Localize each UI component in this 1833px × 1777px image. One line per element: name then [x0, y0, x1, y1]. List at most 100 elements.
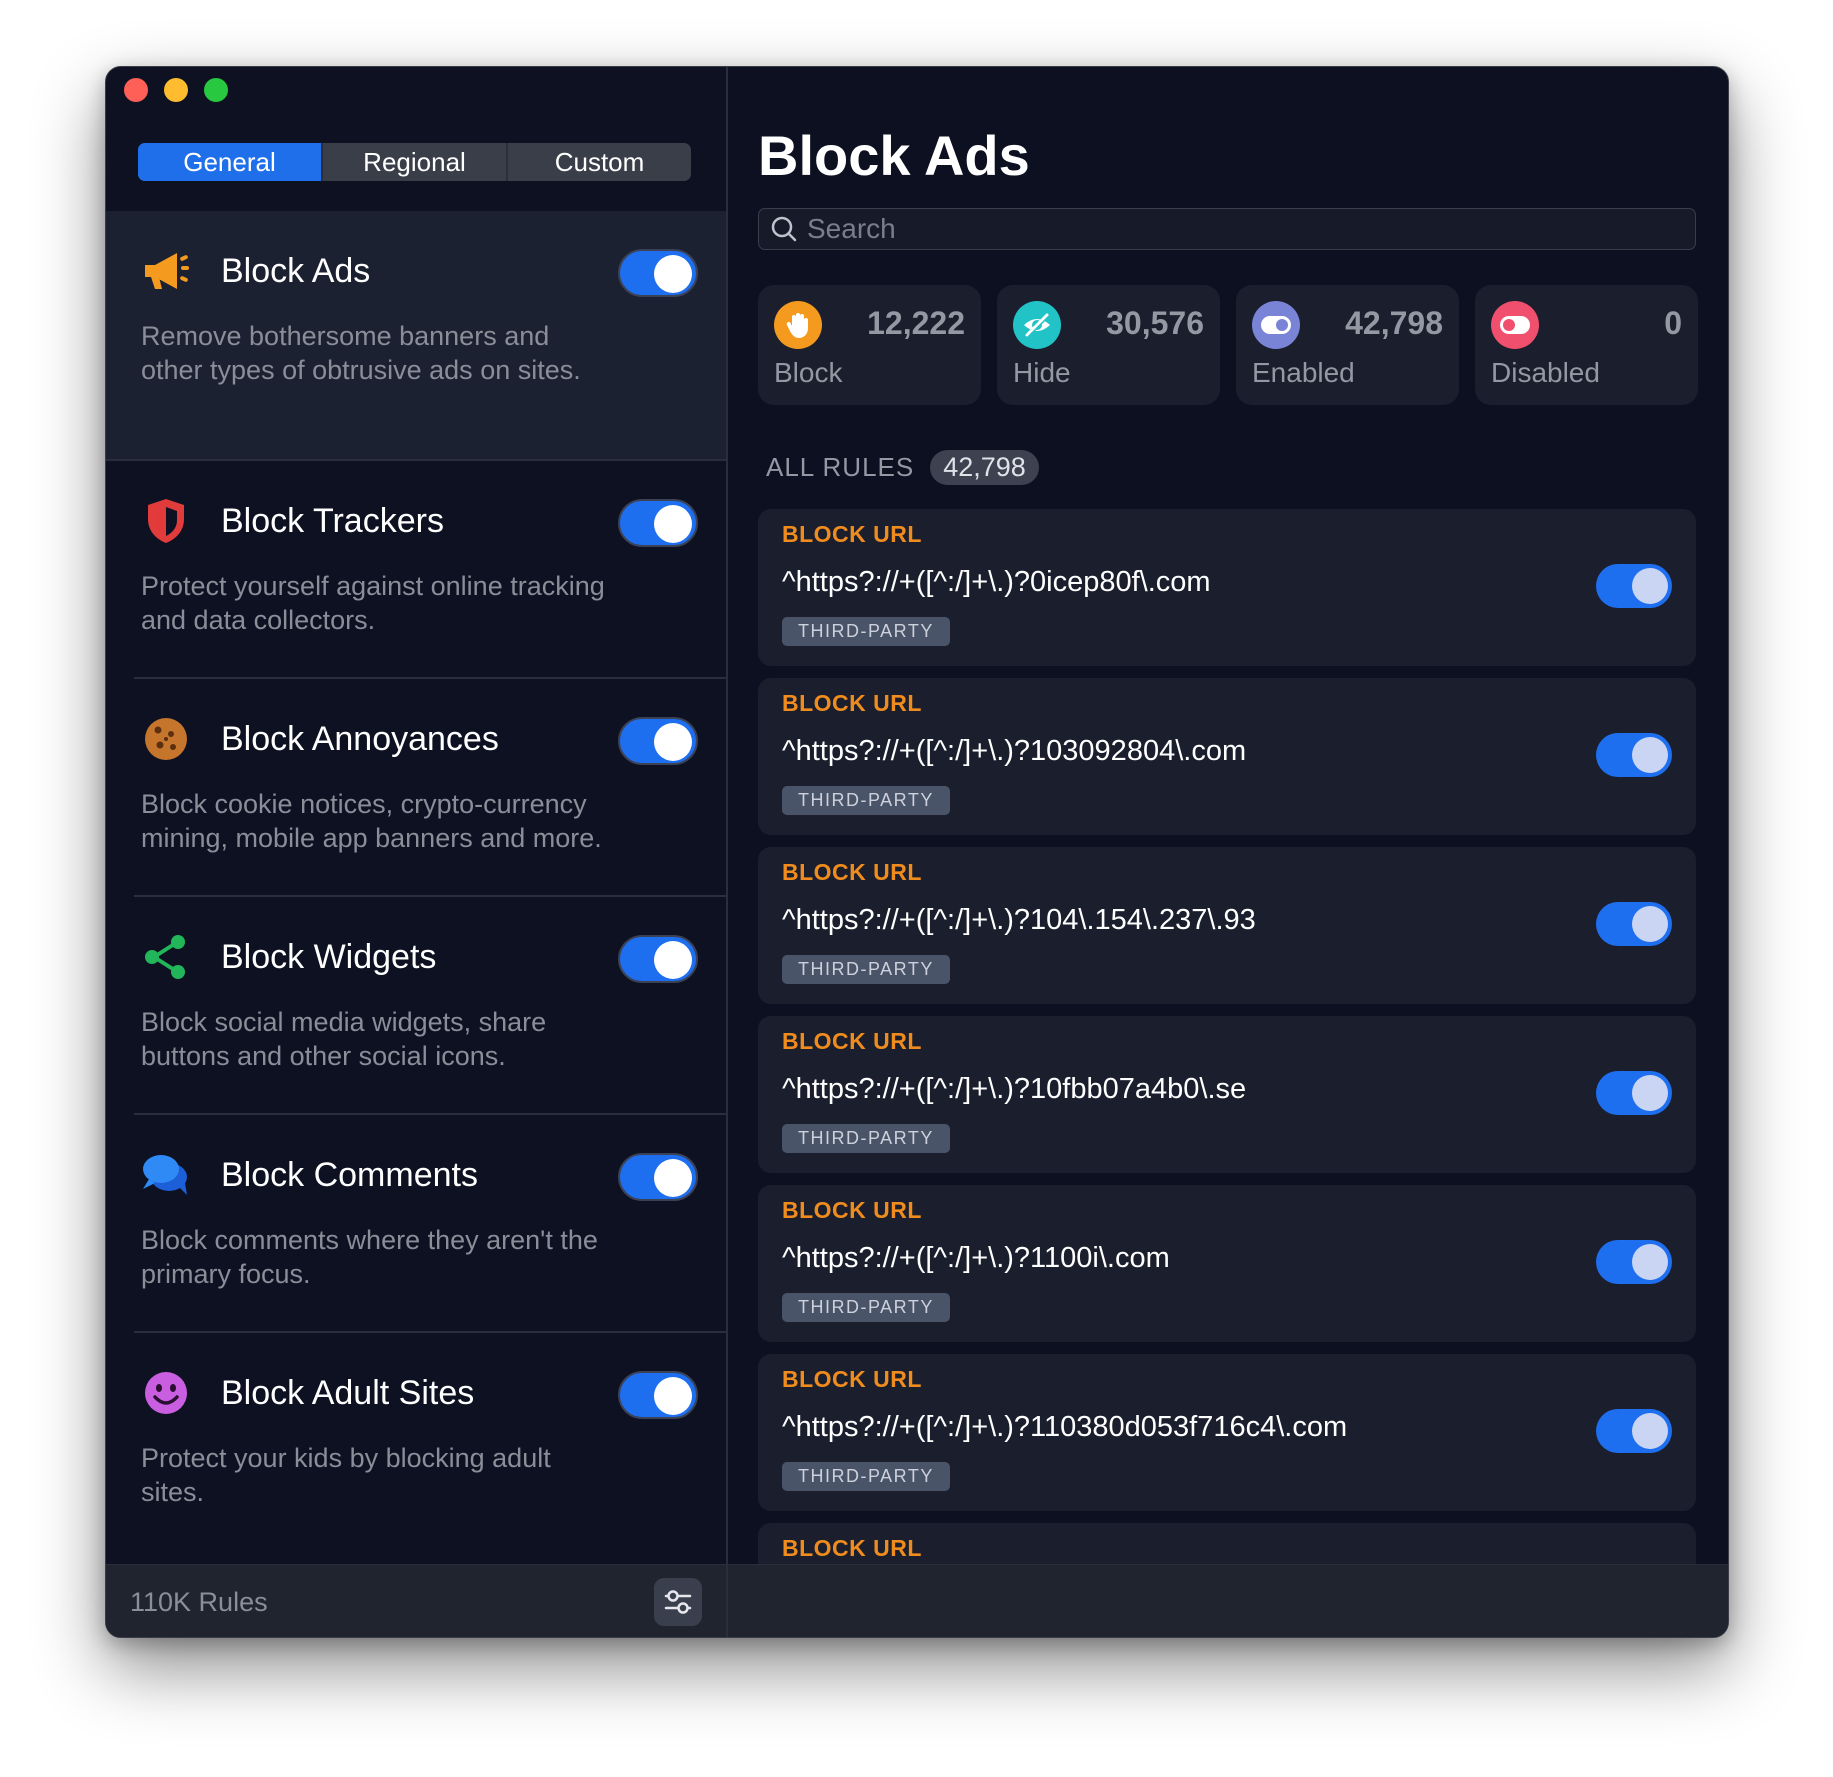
- rule-tag: THIRD-PARTY: [782, 617, 950, 646]
- rule-url: ^https?://+([^:/]+\.)?0icep80f\.com: [782, 566, 1211, 598]
- all-rules-count-badge: 42,798: [930, 450, 1039, 485]
- rule-url: ^https?://+([^:/]+\.)?110380d053f716c4\.…: [782, 1411, 1348, 1443]
- stats-row: 12,222 Block 30,576 Hide 42,798 Enabled …: [758, 285, 1698, 405]
- stat-label: Enabled: [1252, 357, 1355, 388]
- stat-label: Disabled: [1491, 357, 1600, 388]
- stat-value: 42,798: [1345, 305, 1443, 341]
- category-block-ads[interactable]: Block Ads Remove bothersome banners and …: [106, 211, 726, 461]
- stat-disabled[interactable]: 0 Disabled: [1475, 285, 1698, 405]
- category-block-comments[interactable]: Block Comments Block comments where they…: [106, 1115, 726, 1333]
- rule-url: ^https?://+([^:/]+\.)?1100i\.com: [782, 1242, 1170, 1274]
- category-title: Block Ads: [221, 251, 371, 290]
- eye-slash-icon: [1013, 301, 1061, 349]
- main-panel: Block Ads 12,222 Block: [728, 67, 1728, 1637]
- category-description: Remove bothersome banners and other type…: [141, 321, 581, 385]
- block-annoyances-toggle[interactable]: [618, 717, 698, 765]
- tab-regional[interactable]: Regional: [323, 143, 508, 181]
- share-icon: [141, 932, 191, 982]
- stat-hide[interactable]: 30,576 Hide: [997, 285, 1220, 405]
- category-description: Block social media widgets, share button…: [141, 1007, 547, 1071]
- category-description: Protect your kids by blocking adult site…: [141, 1443, 551, 1507]
- minimize-window-button[interactable]: [164, 78, 188, 102]
- rule-item[interactable]: BLOCK URL ^https?://+([^:/]+\.)?110380d0…: [758, 1354, 1696, 1511]
- stat-value: 30,576: [1106, 305, 1204, 341]
- rule-item[interactable]: BLOCK URL ^https?://+([^:/]+\.)?0icep80f…: [758, 509, 1696, 666]
- rule-type: BLOCK URL: [782, 1366, 922, 1392]
- stat-enabled[interactable]: 42,798 Enabled: [1236, 285, 1459, 405]
- stat-value: 12,222: [867, 305, 965, 341]
- rule-toggle[interactable]: [1596, 1071, 1672, 1115]
- rule-item[interactable]: BLOCK URL ^https?://+([^:/]+\.)?10fbb07a…: [758, 1016, 1696, 1173]
- category-title: Block Adult Sites: [221, 1373, 475, 1412]
- rule-tag: THIRD-PARTY: [782, 1124, 950, 1153]
- rule-type: BLOCK URL: [782, 521, 922, 547]
- rule-toggle[interactable]: [1596, 733, 1672, 777]
- rule-tag: THIRD-PARTY: [782, 1293, 950, 1322]
- category-block-adult-sites[interactable]: Block Adult Sites Protect your kids by b…: [106, 1333, 726, 1551]
- block-comments-toggle[interactable]: [618, 1153, 698, 1201]
- block-adult-sites-toggle[interactable]: [618, 1371, 698, 1419]
- cookie-icon: [141, 714, 191, 764]
- category-description: Block comments where they aren't the pri…: [141, 1225, 598, 1289]
- all-rules-header: ALL RULES 42,798: [766, 450, 1039, 485]
- search-input[interactable]: [807, 213, 1695, 245]
- rule-url: ^https?://+([^:/]+\.)?10fbb07a4b0\.se: [782, 1073, 1247, 1105]
- sidebar: General Regional Custom Block Ads Remove…: [106, 67, 728, 1637]
- rule-item[interactable]: BLOCK URL: [758, 1523, 1696, 1564]
- rules-count: 110K Rules: [130, 1587, 268, 1617]
- rule-item[interactable]: BLOCK URL ^https?://+([^:/]+\.)?10309280…: [758, 678, 1696, 835]
- rule-type: BLOCK URL: [782, 1197, 922, 1223]
- stat-label: Hide: [1013, 357, 1071, 388]
- hand-icon: [774, 301, 822, 349]
- block-trackers-toggle[interactable]: [618, 499, 698, 547]
- smiley-icon: [141, 1368, 191, 1418]
- rule-toggle[interactable]: [1596, 564, 1672, 608]
- category-title: Block Comments: [221, 1155, 478, 1194]
- main-footer: [728, 1564, 1728, 1637]
- toggle-off-icon: [1491, 301, 1539, 349]
- rule-type: BLOCK URL: [782, 1028, 922, 1054]
- zoom-window-button[interactable]: [204, 78, 228, 102]
- rule-tag: THIRD-PARTY: [782, 1462, 950, 1491]
- window-controls: [124, 78, 228, 102]
- sliders-icon: [664, 1590, 692, 1614]
- sidebar-footer: 110K Rules: [106, 1564, 726, 1637]
- rule-tag: THIRD-PARTY: [782, 786, 950, 815]
- category-description: Block cookie notices, crypto-currency mi…: [141, 789, 602, 853]
- stat-block[interactable]: 12,222 Block: [758, 285, 981, 405]
- rule-item[interactable]: BLOCK URL ^https?://+([^:/]+\.)?104\.154…: [758, 847, 1696, 1004]
- all-rules-label: ALL RULES: [766, 452, 915, 482]
- category-description: Protect yourself against online tracking…: [141, 571, 605, 635]
- category-title: Block Annoyances: [221, 719, 499, 758]
- filter-list-tabs: General Regional Custom: [138, 143, 691, 181]
- tab-general[interactable]: General: [138, 143, 323, 181]
- category-title: Block Widgets: [221, 937, 437, 976]
- category-block-annoyances[interactable]: Block Annoyances Block cookie notices, c…: [106, 679, 726, 897]
- rule-item[interactable]: BLOCK URL ^https?://+([^:/]+\.)?1100i\.c…: [758, 1185, 1696, 1342]
- stat-label: Block: [774, 357, 843, 388]
- category-list: Block Ads Remove bothersome banners and …: [106, 211, 726, 1551]
- rule-toggle[interactable]: [1596, 1409, 1672, 1453]
- rule-url: ^https?://+([^:/]+\.)?103092804\.com: [782, 735, 1247, 767]
- category-block-trackers[interactable]: Block Trackers Protect yourself against …: [106, 461, 726, 679]
- search-bar[interactable]: [758, 208, 1696, 250]
- rule-type: BLOCK URL: [782, 1535, 922, 1561]
- block-widgets-toggle[interactable]: [618, 935, 698, 983]
- comments-icon: [141, 1150, 191, 1200]
- stat-value: 0: [1664, 305, 1682, 341]
- rule-toggle[interactable]: [1596, 1240, 1672, 1284]
- rules-list[interactable]: BLOCK URL ^https?://+([^:/]+\.)?0icep80f…: [758, 509, 1696, 1564]
- settings-button[interactable]: [654, 1578, 702, 1626]
- page-title: Block Ads: [758, 124, 1030, 187]
- rule-type: BLOCK URL: [782, 690, 922, 716]
- rule-tag: THIRD-PARTY: [782, 955, 950, 984]
- category-block-widgets[interactable]: Block Widgets Block social media widgets…: [106, 897, 726, 1115]
- shield-icon: [141, 496, 191, 546]
- tab-custom[interactable]: Custom: [508, 143, 691, 181]
- block-ads-toggle[interactable]: [618, 249, 698, 297]
- rule-type: BLOCK URL: [782, 859, 922, 885]
- close-window-button[interactable]: [124, 78, 148, 102]
- megaphone-icon: [141, 246, 191, 296]
- rule-toggle[interactable]: [1596, 902, 1672, 946]
- app-window: General Regional Custom Block Ads Remove…: [105, 66, 1729, 1638]
